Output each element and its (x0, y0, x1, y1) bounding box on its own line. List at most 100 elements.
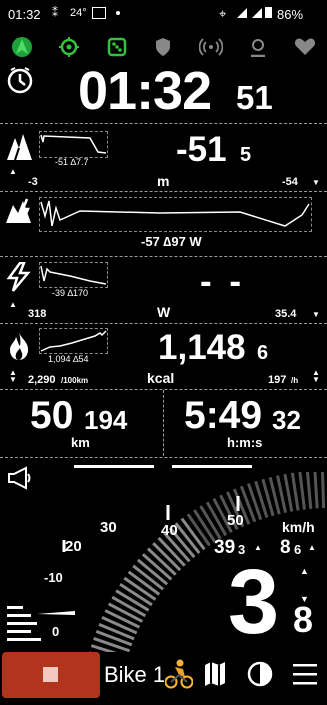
speed-tick-40: 40 (161, 522, 178, 539)
signal-icon (237, 8, 247, 18)
lightning-icon (6, 262, 31, 292)
shield-icon[interactable] (154, 37, 172, 57)
profile-label[interactable]: Bike 1 (104, 662, 165, 688)
power-unit: W (157, 304, 171, 320)
stop-square-icon (43, 667, 58, 682)
gauge-tick (290, 472, 300, 511)
target-icon[interactable] (59, 37, 79, 57)
calories-value: 1,148 (158, 328, 246, 367)
triangle-up-icon: ▲ (9, 300, 17, 309)
duration-decimal: 32 (272, 405, 301, 435)
top-toolbar (0, 34, 327, 60)
signal-icon-2 (252, 8, 262, 18)
max-triangle-up-icon: ▲ (308, 543, 316, 552)
divider (0, 123, 327, 124)
triangle-up-down-icon: ▲ ▼ (312, 368, 320, 384)
speed-tick-20: 20 (65, 538, 82, 555)
gear-big: 3 (228, 551, 280, 653)
power-mountain-icon (6, 198, 31, 223)
calories-left: 2,290 (28, 374, 56, 386)
clock-icon (7, 67, 33, 94)
status-battery: 86% (277, 7, 304, 22)
speed-max: 8 (280, 537, 291, 558)
divider (0, 323, 327, 324)
activity-icon: ⁑ (52, 6, 58, 20)
cyclist-icon (165, 659, 193, 689)
stop-button[interactable] (2, 652, 100, 698)
gauge-tick (98, 622, 135, 641)
gauge-tick (283, 473, 294, 512)
flame-icon (10, 332, 29, 360)
map-icon[interactable] (203, 661, 227, 687)
elevation-graph (39, 131, 108, 158)
duration-value: 5:49 (184, 394, 263, 437)
distance-value: 50 (30, 394, 74, 437)
power-graph (39, 262, 108, 288)
gear-small: 8 (293, 599, 314, 640)
power-value: - - (200, 262, 246, 301)
calories-graph (39, 328, 108, 354)
calories-left-unit: /100km (61, 376, 89, 385)
elevation-value: -51 (176, 130, 227, 169)
signal-waves-icon[interactable] (199, 38, 223, 56)
gauge-tick (305, 472, 313, 510)
status-temp: 24° (70, 7, 87, 19)
calories-graph-line (40, 330, 107, 352)
calories-graph-label: 1,094 ∆54 (48, 354, 89, 364)
triangle-up-down-icon: ▲ ▼ (9, 368, 17, 384)
mountain-icon (7, 134, 32, 161)
navigation-arrow-icon[interactable] (12, 36, 32, 58)
heart-icon[interactable] (294, 38, 316, 56)
power-left: 318 (28, 308, 47, 320)
speed-bar-left (74, 465, 154, 468)
triangle-down-icon: ▼ (312, 310, 320, 319)
elevation-decimal: 5 (240, 144, 252, 166)
speed-minus10: -10 (44, 570, 63, 585)
divider (0, 457, 327, 458)
distance-unit: km (71, 435, 90, 450)
contrast-icon[interactable] (247, 661, 273, 687)
dice-icon[interactable] (107, 37, 127, 57)
calories-right-unit: /h (291, 376, 299, 385)
power-average-graph (39, 197, 312, 232)
elevation-unit: m (157, 173, 170, 189)
speed-bar-right (172, 465, 252, 468)
divider (0, 256, 327, 257)
power-average-label: -57 ∆97 W (141, 234, 202, 249)
calories-decimal: 6 (257, 342, 269, 364)
status-bar: 01:32 ⁑ 24° ⌖ 86% (0, 0, 327, 30)
elevation-max: -54 (282, 176, 298, 188)
elevation-graph-line (40, 134, 107, 154)
calories-right: 197 (268, 374, 287, 386)
gauge-tick (298, 472, 306, 510)
speed-tick-30: 30 (100, 519, 117, 536)
vertical-divider (163, 390, 164, 456)
power-graph-line (40, 265, 107, 285)
status-time: 01:32 (8, 7, 41, 22)
user-icon[interactable] (248, 37, 268, 57)
elevation-graph-label: -51 ∆7.7 (55, 157, 89, 167)
image-icon (92, 7, 106, 19)
power-average-graph-line (40, 200, 310, 227)
speed-unit: km/h (282, 519, 315, 535)
power-graph-label: -39 ∆170 (52, 288, 89, 298)
speed-tick-50: 50 (227, 512, 244, 529)
distance-decimal: 194 (84, 405, 128, 435)
speed-max-decimal: 6 (294, 542, 302, 557)
menu-icon[interactable] (293, 663, 317, 685)
gear-up-triangle-icon: ▲ (300, 566, 309, 576)
location-pin-icon: ⌖ (219, 6, 227, 21)
triangle-up-icon: ▲ (9, 167, 17, 176)
divider (0, 191, 327, 192)
clock-time: 01:32 (78, 61, 212, 121)
gauge-tick (313, 472, 319, 509)
dot-icon (116, 11, 120, 15)
gauge-tick (321, 472, 326, 509)
gauge-tick (101, 616, 138, 635)
clock-seconds: 51 (236, 79, 273, 116)
calories-unit: kcal (147, 370, 175, 386)
gauge-tick (95, 629, 133, 647)
speed-needle-icon (7, 606, 75, 641)
power-right: 35.4 (275, 308, 297, 320)
triangle-down-icon: ▼ (312, 178, 320, 187)
